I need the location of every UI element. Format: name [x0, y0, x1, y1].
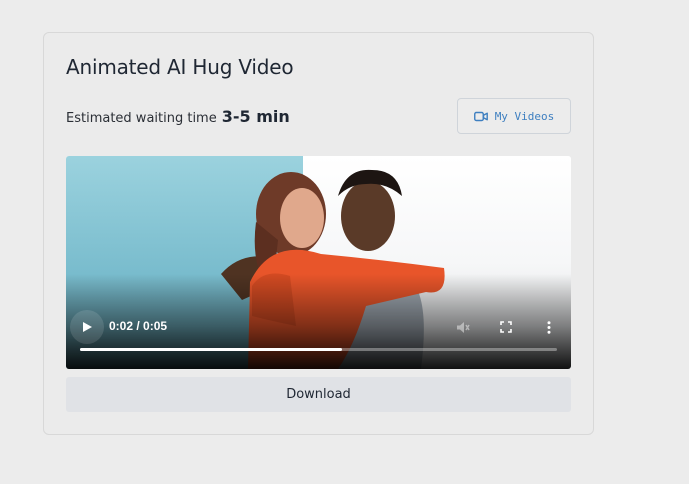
time-display: 0:02 / 0:05: [109, 319, 168, 333]
video-player[interactable]: 0:02 / 0:05: [66, 156, 571, 369]
my-videos-button[interactable]: My Videos: [457, 98, 571, 134]
waiting-time: Estimated waiting time 3-5 min: [66, 107, 290, 126]
video-card: Animated AI Hug Video Estimated waiting …: [43, 32, 594, 435]
fullscreen-icon: [500, 321, 512, 333]
my-videos-label: My Videos: [494, 109, 555, 123]
video-camera-icon: [473, 111, 488, 121]
more-vertical-icon: [547, 320, 551, 334]
progress-fill: [80, 348, 343, 351]
page-title: Animated AI Hug Video: [66, 55, 294, 79]
play-icon: [83, 322, 92, 332]
mute-button[interactable]: [452, 316, 474, 338]
progress-bar[interactable]: [80, 348, 557, 351]
volume-muted-icon: [457, 321, 470, 333]
download-button[interactable]: Download: [66, 377, 571, 412]
waiting-time-value: 3-5 min: [221, 107, 290, 126]
more-options-button[interactable]: [538, 316, 560, 338]
play-button[interactable]: [70, 310, 104, 344]
waiting-time-label: Estimated waiting time: [66, 111, 217, 126]
fullscreen-button[interactable]: [495, 316, 517, 338]
